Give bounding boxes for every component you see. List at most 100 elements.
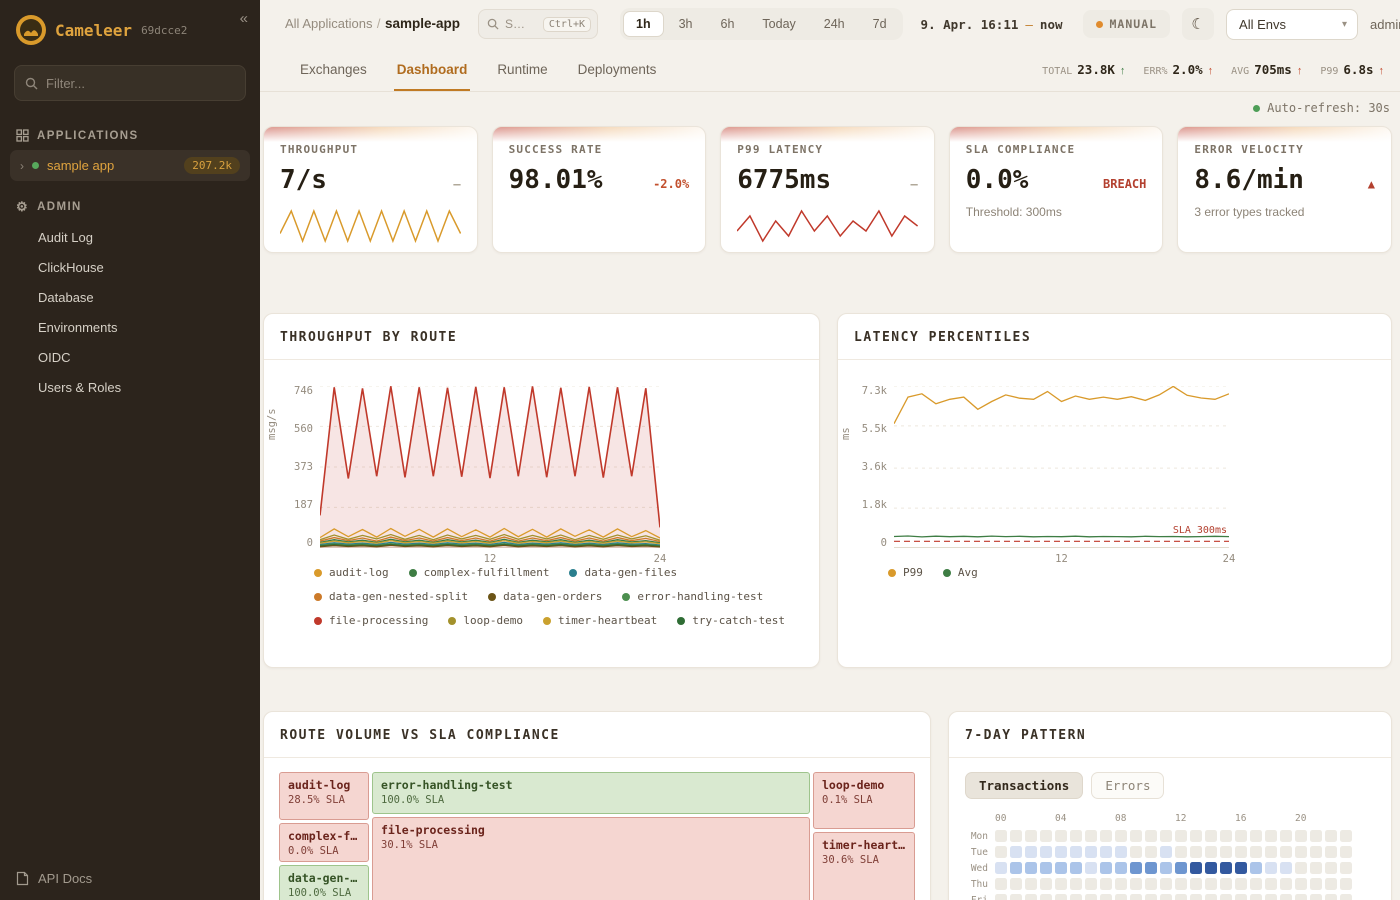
tile-name: file-processing (381, 823, 801, 837)
time-range-today[interactable]: Today (749, 11, 808, 37)
heatmap-cell (1340, 894, 1352, 900)
global-search[interactable]: S… Ctrl+K (478, 9, 598, 39)
kpi-card-success-rate: SUCCESS RATE98.01%-2.0% (492, 126, 707, 253)
legend-try-catch-test[interactable]: try-catch-test (677, 614, 785, 627)
auto-refresh-label: Auto-refresh: 30s (1267, 101, 1390, 115)
time-range-1h[interactable]: 1h (623, 11, 664, 37)
legend-data-gen-orders[interactable]: data-gen-orders (488, 590, 602, 603)
legend-timer-heartbeat[interactable]: timer-heartbeat (543, 614, 657, 627)
heatmap-cell (1310, 878, 1322, 890)
heatmap-row-fri: Fri (965, 892, 1375, 900)
time-range-7d[interactable]: 7d (860, 11, 900, 37)
app-version: 69dcce2 (141, 24, 187, 37)
tile-sla: 100.0% SLA (288, 887, 360, 899)
legend-avg[interactable]: Avg (943, 566, 978, 579)
heatmap-cell (1175, 894, 1187, 900)
heatmap-cell (1190, 878, 1202, 890)
kpi-body: ERROR VELOCITY8.6/min▲3 error types trac… (1178, 142, 1391, 219)
tab-dashboard[interactable]: Dashboard (382, 49, 483, 90)
legend-p99[interactable]: P99 (888, 566, 923, 579)
manual-status-dot (1096, 21, 1103, 28)
legend-complex-fulfillment[interactable]: complex-fulfillment (409, 566, 550, 579)
treemap-tile-loop-demo[interactable]: loop-demo0.1% SLA (813, 772, 915, 829)
heatmap-cell (1295, 830, 1307, 842)
date-range-picker[interactable]: 9. Apr. 16:11 — now (921, 17, 1063, 32)
treemap-tile-data-gen-files[interactable]: data-gen-files100.0% SLA (279, 865, 369, 900)
toggle-errors[interactable]: Errors (1091, 772, 1164, 799)
time-range-6h[interactable]: 6h (708, 11, 748, 37)
heatmap-cell (1340, 878, 1352, 890)
legend-file-processing[interactable]: file-processing (314, 614, 428, 627)
kpi-body: THROUGHPUT7/s– (264, 142, 477, 195)
treemap-tile-timer-heartbeat[interactable]: timer-heartbeat 30.6% SLA (813, 832, 915, 900)
sidebar-item-database[interactable]: Database (0, 283, 260, 312)
heatmap-cell (1190, 894, 1202, 900)
sidebar-item-clickhouse[interactable]: ClickHouse (0, 253, 260, 282)
legend-audit-log[interactable]: audit-log (314, 566, 389, 579)
treemap-tile-file-processing[interactable]: file-processing30.1% SLA (372, 817, 810, 900)
panel-header: ROUTE VOLUME VS SLA COMPLIANCE (264, 712, 930, 758)
sidebar-item-audit-log[interactable]: Audit Log (0, 223, 260, 252)
kpi-gradient-bar (493, 127, 706, 142)
heatmap-cell (1310, 830, 1322, 842)
chevron-down-icon: ▾ (1342, 19, 1347, 30)
legend-data-gen-files[interactable]: data-gen-files (569, 566, 677, 579)
toggle-transactions[interactable]: Transactions (965, 772, 1083, 799)
tab-bar: ExchangesDashboardRuntimeDeployments (285, 49, 671, 90)
heatmap-cell (1280, 830, 1292, 842)
day-label: Mon (965, 831, 995, 842)
heatmap-cell (1220, 846, 1232, 858)
treemap: audit-log28.5% SLAerror-handling-test100… (279, 772, 915, 900)
day-label: Fri (965, 895, 995, 900)
sidebar-item-environments[interactable]: Environments (0, 313, 260, 342)
kpi-main: 7/s– (280, 165, 461, 195)
sidebar-item-users-roles[interactable]: Users & Roles (0, 373, 260, 402)
sidebar-item-sample-app[interactable]: › sample app 207.2k (10, 150, 250, 181)
time-range-24h[interactable]: 24h (811, 11, 858, 37)
treemap-tile-error-handling-test[interactable]: error-handling-test100.0% SLA (372, 772, 810, 814)
tab-runtime[interactable]: Runtime (482, 49, 562, 90)
heatmap-cell (1055, 830, 1067, 842)
treemap-tile-audit-log[interactable]: audit-log28.5% SLA (279, 772, 369, 820)
kpi-card-throughput: THROUGHPUT7/s– (263, 126, 478, 253)
tab-exchanges[interactable]: Exchanges (285, 49, 382, 90)
treemap-tile-complex-fulfillment[interactable]: complex-fulfillment0.0% SLA (279, 823, 369, 862)
heatmap-cell (1055, 846, 1067, 858)
kpi-main: 8.6/min▲ (1194, 165, 1375, 195)
heatmap-cell (1205, 862, 1217, 874)
heatmap-cell (1085, 894, 1097, 900)
y-tick-label: 0 (881, 538, 887, 549)
y-tick-label: 7.3k (862, 386, 887, 397)
env-select[interactable]: All Envs ▾ (1226, 9, 1358, 40)
legend-data-gen-nested-split[interactable]: data-gen-nested-split (314, 590, 468, 603)
stat-value: 705ms (1254, 62, 1292, 77)
dark-mode-toggle[interactable]: ☾ (1182, 8, 1214, 40)
heatmap-cell (1100, 862, 1112, 874)
manual-refresh-button[interactable]: MANUAL (1083, 10, 1171, 38)
x-tick-label: 12 (1055, 553, 1068, 565)
throughput-by-route-panel: THROUGHPUT BY ROUTE msg/s 7465603731870 … (263, 313, 820, 668)
breadcrumb-root[interactable]: All Applications (285, 16, 372, 31)
legend-label: loop-demo (463, 614, 523, 627)
heatmap-cell (1265, 862, 1277, 874)
sidebar-collapse-icon[interactable]: « (240, 10, 248, 27)
legend-label: P99 (903, 566, 923, 579)
heatmap-cell (1145, 894, 1157, 900)
y-tick-label: 1.8k (862, 500, 887, 511)
legend-dot (677, 617, 685, 625)
stat-p99: P996.8s↑ (1320, 62, 1384, 77)
sidebar-filter[interactable] (14, 65, 246, 101)
tile-sla: 30.6% SLA (822, 854, 906, 866)
user-menu[interactable]: admin (1370, 17, 1400, 32)
legend-error-handling-test[interactable]: error-handling-test (622, 590, 763, 603)
tile-name: timer-heartbeat (822, 838, 906, 852)
heatmap-cell (1235, 830, 1247, 842)
legend-loop-demo[interactable]: loop-demo (448, 614, 523, 627)
filter-input[interactable] (46, 76, 235, 91)
heatmap-cell (1235, 878, 1247, 890)
api-docs-link[interactable]: API Docs (16, 871, 92, 886)
time-range-3h[interactable]: 3h (666, 11, 706, 37)
heatmap-cell (1055, 878, 1067, 890)
sidebar-item-oidc[interactable]: OIDC (0, 343, 260, 372)
tab-deployments[interactable]: Deployments (563, 49, 672, 90)
